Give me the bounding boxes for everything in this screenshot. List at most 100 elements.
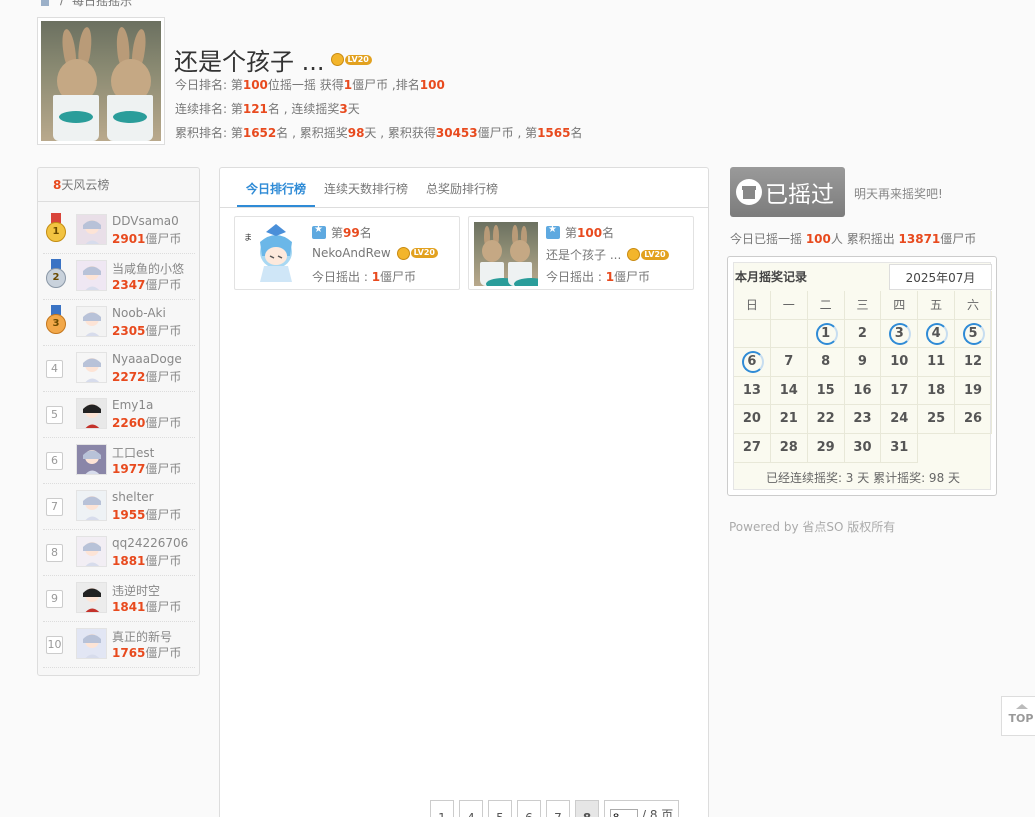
page-link[interactable]: 6 (517, 800, 541, 817)
card-today-shake: 今日摇出 : 1僵尸币 (312, 270, 417, 284)
page-total: / 8 页 (642, 807, 674, 817)
calendar-weekday: 六 (955, 291, 992, 320)
leaderboard-panel: 8 天风云榜 1 DDVsama0 2901僵尸币 2 当咸鱼的小悠 2347僵尸… (37, 167, 200, 676)
calendar-day-shaken: 5 (955, 319, 992, 349)
calendar-empty-cell (734, 319, 771, 349)
today-summary: 今日已摇一摇 100人 累积摇出 13871僵尸币 (730, 232, 977, 246)
home-icon[interactable] (38, 0, 52, 6)
leaderboard-username[interactable]: DDVsama0 (112, 214, 179, 228)
shake-button[interactable]: 已摇过 (730, 167, 845, 217)
page-link[interactable]: 1 (430, 800, 454, 817)
page-jump-input[interactable] (610, 809, 638, 817)
calendar-day: 8 (807, 348, 845, 377)
tab-total-reward-ranking[interactable]: 总奖励排行榜 (417, 168, 507, 207)
powered-by: Powered by 省点SO 版权所有 (729, 520, 896, 534)
tab-streak-ranking[interactable]: 连续天数排行榜 (315, 168, 417, 207)
user-avatar[interactable] (76, 306, 107, 337)
medal-icon: 3 (45, 305, 67, 341)
leaderboard-coins: 2272僵尸币 (112, 370, 182, 384)
leaderboard-coins: 2260僵尸币 (112, 416, 182, 430)
user-avatar[interactable] (76, 536, 107, 567)
streak-rank-line: 连续排名: 第121名 , 连续摇奖3天 (175, 102, 360, 116)
calendar-day: 13 (734, 376, 771, 406)
rank-number: 9 (46, 590, 63, 608)
back-to-top-label: TOP (1008, 712, 1034, 725)
user-avatar[interactable]: ま (240, 222, 304, 286)
user-avatar[interactable] (474, 222, 538, 286)
calendar-day-shaken: 3 (881, 319, 919, 349)
level-badge-icon: LV20 (330, 53, 372, 66)
leaderboard-row[interactable]: 10 真正的新号 1765僵尸币 (43, 622, 195, 668)
user-avatar[interactable] (76, 582, 107, 613)
rank-number: 4 (46, 360, 63, 378)
leaderboard-username[interactable]: 当咸鱼的小悠 (112, 260, 184, 277)
leaderboard-coins: 2347僵尸币 (112, 278, 182, 292)
calendar-day: 25 (918, 405, 956, 434)
leaderboard-row[interactable]: 5 Emy1a 2260僵尸币 (43, 392, 195, 438)
leaderboard-row[interactable]: 1 DDVsama0 2901僵尸币 (43, 208, 195, 254)
calendar-title: 本月摇奖记录 (735, 270, 808, 284)
leaderboard-row[interactable]: 9 违逆时空 1841僵尸币 (43, 576, 195, 622)
rank-star-icon (546, 224, 560, 239)
breadcrumb: / 每日摇摇乐 (38, 0, 133, 8)
card-rank: 第99名 (312, 224, 372, 241)
calendar-day: 15 (807, 376, 845, 406)
back-to-top-button[interactable]: TOP (1001, 696, 1035, 736)
ranking-card[interactable]: 第100名 还是个孩子 ... LV20 今日摇出 : 1僵尸币 (468, 216, 694, 290)
user-avatar[interactable] (76, 214, 107, 245)
username-text: 还是个孩子 ... (174, 48, 325, 76)
page-link[interactable]: 4 (459, 800, 483, 817)
leaderboard-username[interactable]: qq24226706 (112, 536, 188, 550)
leaderboard-row[interactable]: 8 qq24226706 1881僵尸币 (43, 530, 195, 576)
profile-avatar (37, 17, 165, 145)
calendar-day: 28 (770, 433, 808, 463)
leaderboard-username[interactable]: 真正的新号 (112, 628, 172, 645)
user-avatar[interactable] (76, 490, 107, 521)
leaderboard-username[interactable]: Noob-Aki (112, 306, 166, 320)
user-avatar[interactable] (76, 628, 107, 659)
leaderboard-row[interactable]: 4 NyaaaDoge 2272僵尸币 (43, 346, 195, 392)
leaderboard-row[interactable]: 2 当咸鱼的小悠 2347僵尸币 (43, 254, 195, 300)
leaderboard-username[interactable]: NyaaaDoge (112, 352, 182, 366)
tab-today-ranking[interactable]: 今日排行榜 (237, 168, 316, 207)
calendar-day: 19 (955, 376, 992, 406)
page-link[interactable]: 7 (546, 800, 570, 817)
calendar-empty-cell (770, 319, 808, 349)
calendar-day: 16 (844, 376, 882, 406)
calendar-day: 22 (807, 405, 845, 434)
calendar-day: 17 (881, 376, 919, 406)
leaderboard-username[interactable]: 违逆时空 (112, 582, 160, 599)
rank-number: 6 (46, 452, 63, 470)
page-link-current[interactable]: 8 (575, 800, 599, 817)
leaderboard-header: 8 天风云榜 (38, 168, 199, 202)
leaderboard-username[interactable]: Emy1a (112, 398, 153, 412)
medal-icon: 2 (45, 259, 67, 295)
user-avatar[interactable] (76, 352, 107, 383)
user-avatar[interactable] (76, 444, 107, 475)
calendar-day: 12 (955, 348, 992, 377)
shake-hint: 明天再来摇奖吧! (854, 187, 943, 201)
calendar-day: 20 (734, 405, 771, 434)
calendar-day-shaken: 4 (918, 319, 956, 349)
user-avatar[interactable] (76, 260, 107, 291)
page-jump: / 8 页 (604, 800, 680, 817)
user-avatar[interactable] (76, 398, 107, 429)
page-link[interactable]: 5 (488, 800, 512, 817)
card-username[interactable]: 还是个孩子 ... LV20 (546, 246, 669, 263)
leaderboard-coins: 2901僵尸币 (112, 232, 182, 246)
leaderboard-username[interactable]: shelter (112, 490, 154, 504)
rank-number: 5 (46, 406, 63, 424)
card-today-shake: 今日摇出 : 1僵尸币 (546, 270, 651, 284)
calendar-day: 29 (807, 433, 845, 463)
leaderboard-coins: 1765僵尸币 (112, 646, 182, 660)
calendar-day: 10 (881, 348, 919, 377)
leaderboard-row[interactable]: 6 工口est 1977僵尸币 (43, 438, 195, 484)
calendar-day: 26 (955, 405, 992, 434)
breadcrumb-current: 每日摇摇乐 (72, 0, 133, 8)
leaderboard-row[interactable]: 7 shelter 1955僵尸币 (43, 484, 195, 530)
leaderboard-username[interactable]: 工口est (112, 444, 154, 461)
gift-icon (736, 179, 762, 205)
leaderboard-row[interactable]: 3 Noob-Aki 2305僵尸币 (43, 300, 195, 346)
card-username[interactable]: NekoAndRew LV20 (312, 246, 438, 260)
ranking-card[interactable]: ま 第99名 NekoAndRew LV20 今日摇出 : 1僵尸币 (234, 216, 460, 290)
